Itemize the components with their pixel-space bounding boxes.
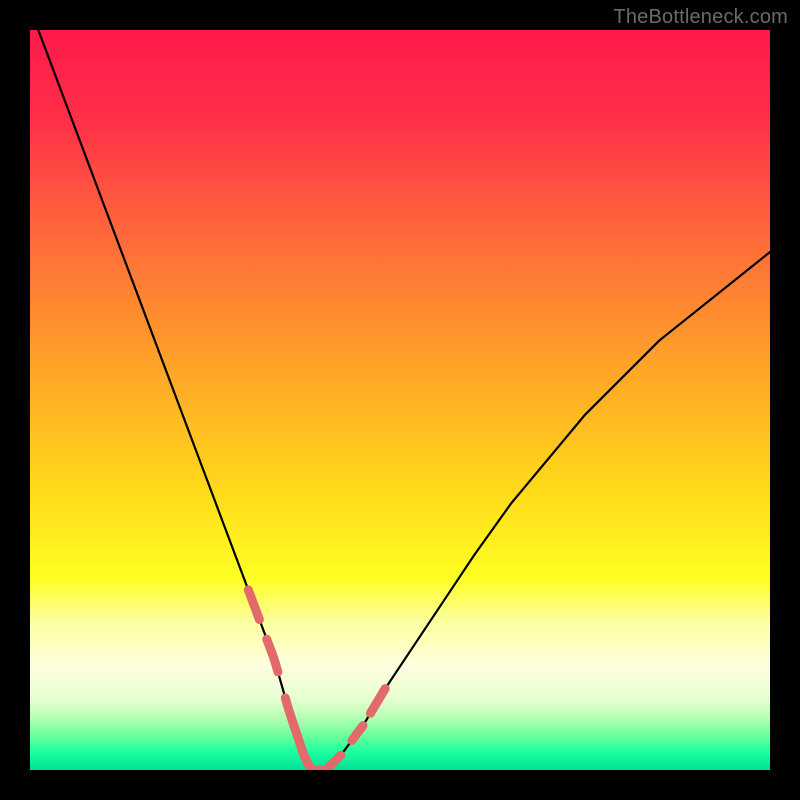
trough-marker-segment	[285, 698, 341, 770]
bottleneck-curve	[30, 30, 770, 770]
trough-marker-segment	[248, 590, 259, 620]
trough-marker-segment	[370, 689, 385, 714]
trough-markers	[248, 590, 385, 770]
watermark-text: TheBottleneck.com	[613, 6, 788, 29]
chart-stage: TheBottleneck.com	[0, 0, 800, 800]
plot-area	[30, 30, 770, 770]
trough-marker-segment	[352, 726, 363, 741]
trough-marker-segment	[267, 639, 278, 672]
curve-layer	[30, 30, 770, 770]
